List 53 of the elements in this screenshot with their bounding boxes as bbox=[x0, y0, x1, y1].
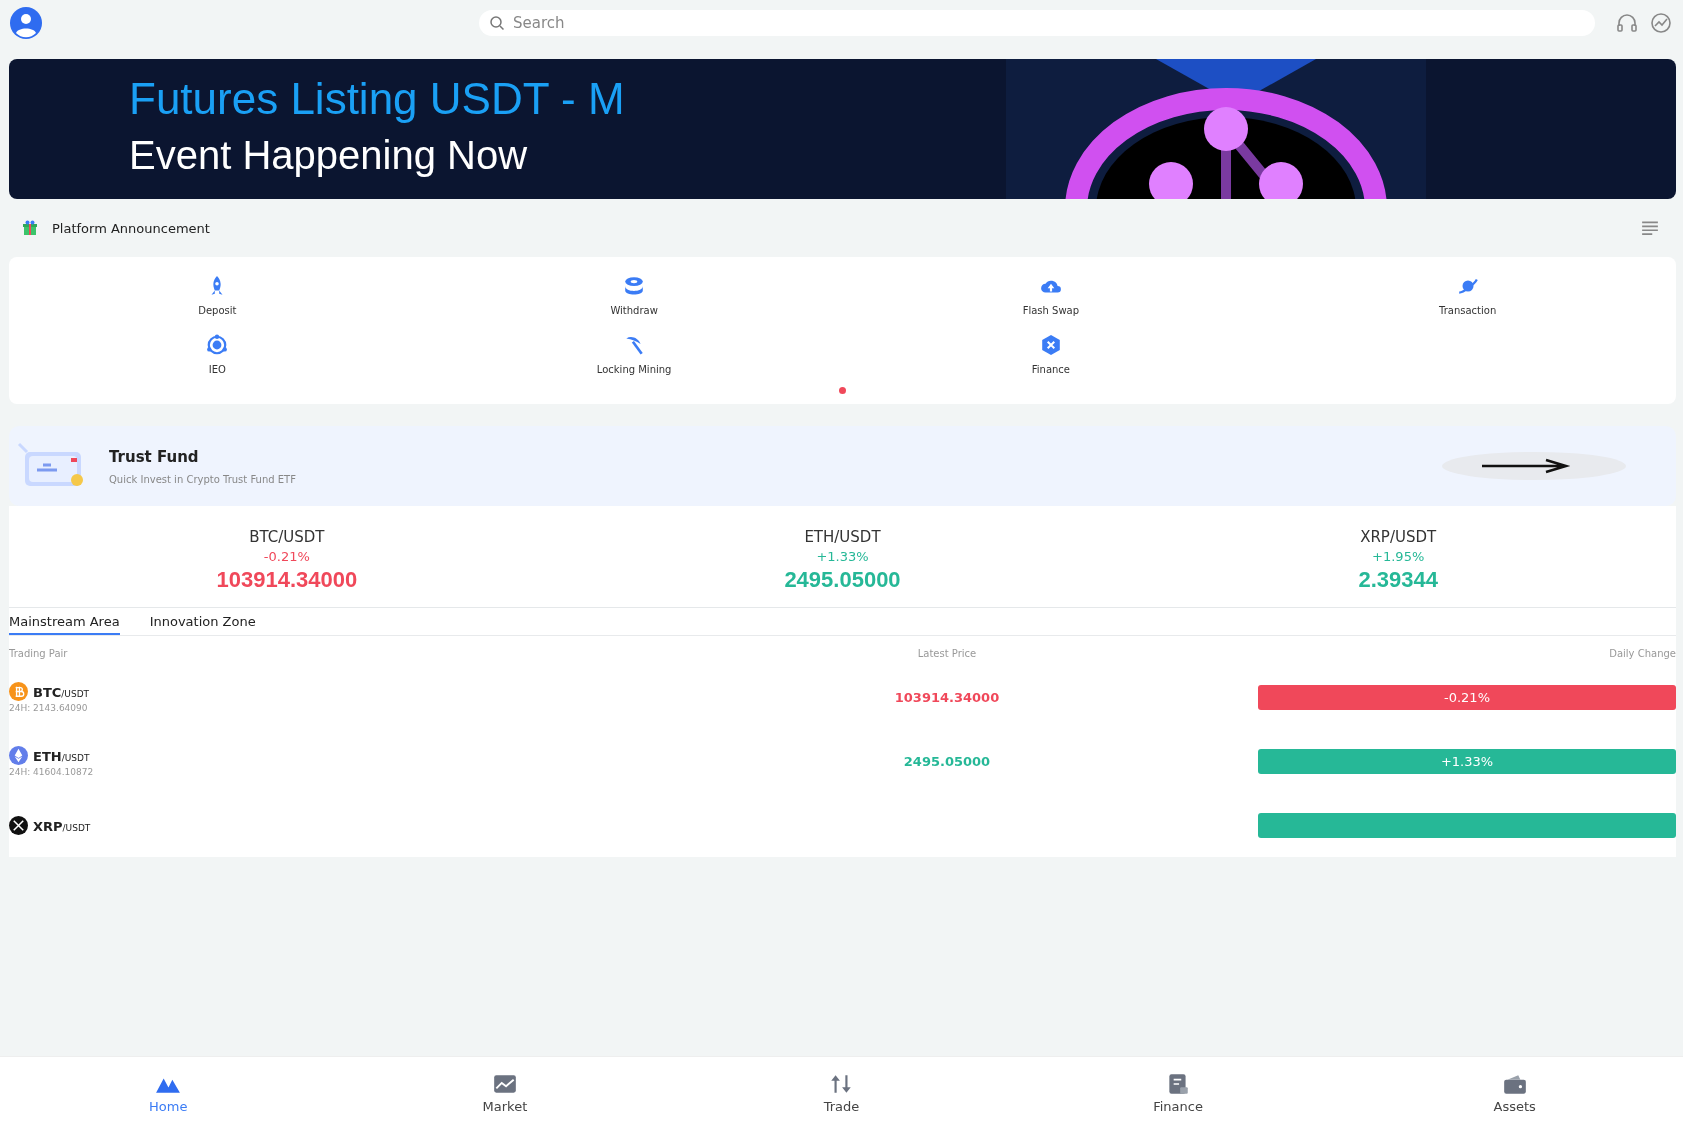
pair-name[interactable]: XRP/USDT bbox=[33, 815, 91, 835]
shortcut-label[interactable]: Finance bbox=[1031, 364, 1070, 375]
zone-tab[interactable]: Mainstream Area bbox=[9, 608, 120, 635]
trust-fund-card[interactable]: Trust Fund Quick Invest in Crypto Trust Fund ETF bbox=[9, 426, 1676, 506]
coins-icon[interactable] bbox=[623, 275, 646, 297]
orbit-icon[interactable] bbox=[206, 334, 229, 356]
headset-icon[interactable] bbox=[1615, 11, 1639, 35]
change-pill[interactable]: -0.21% bbox=[1258, 684, 1676, 710]
latest-price: 2495.05000 bbox=[902, 753, 992, 769]
volume-text: 24H: 41604.10872 bbox=[9, 766, 95, 777]
pair-name[interactable]: BTC/USDT bbox=[33, 681, 90, 701]
shortcut-label[interactable]: IEO bbox=[208, 364, 226, 375]
change-pill[interactable] bbox=[1258, 812, 1676, 838]
search-field[interactable]: Search bbox=[479, 10, 1595, 36]
volume-text: 24H: 2143.64090 bbox=[9, 702, 89, 713]
trust-fund-subtitle: Quick Invest in Crypto Trust Fund ETF bbox=[109, 473, 297, 485]
bottom-nav-item[interactable]: Finance bbox=[1009, 1057, 1347, 1129]
shortcut-label[interactable]: Withdraw bbox=[610, 305, 658, 316]
bottom-nav-item[interactable]: Trade bbox=[673, 1057, 1010, 1129]
ticker-pair[interactable]: ETH/USDT bbox=[804, 528, 881, 546]
market-icon bbox=[491, 1072, 518, 1095]
banner-subline: Event Happening Now bbox=[129, 133, 529, 177]
bottom-nav-item[interactable]: Home bbox=[0, 1057, 337, 1129]
hex-icon[interactable] bbox=[1039, 334, 1062, 356]
ticker-change: +1.33% bbox=[816, 549, 869, 564]
user-avatar-icon[interactable] bbox=[10, 7, 42, 39]
shortcut-label[interactable]: Deposit bbox=[198, 305, 237, 316]
gift-icon bbox=[22, 220, 38, 236]
announcement-text[interactable]: Platform Announcement bbox=[52, 220, 1627, 236]
column-header: Latest Price bbox=[916, 648, 978, 659]
pair-name[interactable]: ETH/USDT bbox=[33, 745, 90, 765]
ticker-price: 2495.05000 bbox=[784, 567, 901, 593]
globe-chart-icon[interactable] bbox=[1649, 11, 1673, 35]
zone-tab[interactable]: Innovation Zone bbox=[149, 608, 256, 635]
ticker-change: +1.95% bbox=[1372, 549, 1425, 564]
ticker-change: -0.21% bbox=[263, 549, 310, 564]
ticker-pair[interactable]: BTC/USDT bbox=[249, 528, 325, 546]
shortcut-label[interactable]: Flash Swap bbox=[1022, 305, 1080, 316]
trust-fund-title: Trust Fund bbox=[109, 447, 200, 466]
banner-headline: Futures Listing USDT - M bbox=[129, 77, 626, 121]
column-header: Daily Change bbox=[1608, 648, 1676, 659]
shortcut-label[interactable]: Transaction bbox=[1439, 305, 1497, 316]
latest-price: 103914.34000 bbox=[893, 689, 1001, 705]
list-icon[interactable] bbox=[1641, 219, 1659, 237]
ticker-pair[interactable]: XRP/USDT bbox=[1360, 528, 1437, 546]
search-icon bbox=[489, 15, 505, 31]
bottom-nav-item[interactable]: Market bbox=[336, 1057, 674, 1129]
bottom-nav-item[interactable]: Assets bbox=[1346, 1057, 1683, 1129]
promo-banner[interactable]: Futures Listing USDT - M Event Happening Now bbox=[9, 59, 1676, 199]
column-header: Trading Pair bbox=[9, 648, 69, 659]
ticker-price: 2.39344 bbox=[1358, 567, 1438, 593]
shortcut-label[interactable]: Locking Mining bbox=[596, 364, 672, 375]
ticker-price: 103914.34000 bbox=[216, 567, 358, 593]
